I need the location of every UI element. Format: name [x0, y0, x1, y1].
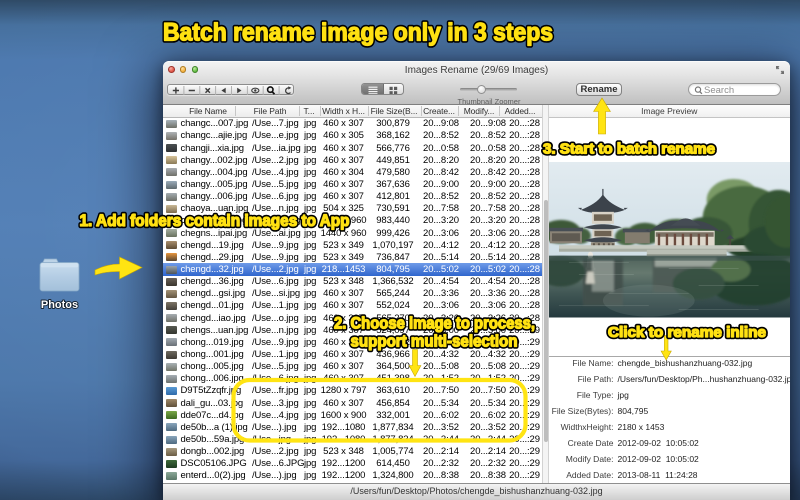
svg-text:Photos: Photos — [41, 299, 78, 311]
svg-text:Batch rename image only in 3 s: Batch rename image only in 3 steps — [163, 19, 553, 47]
svg-text:Batch rename image only in 3 s: Batch rename image only in 3 steps — [163, 19, 553, 47]
